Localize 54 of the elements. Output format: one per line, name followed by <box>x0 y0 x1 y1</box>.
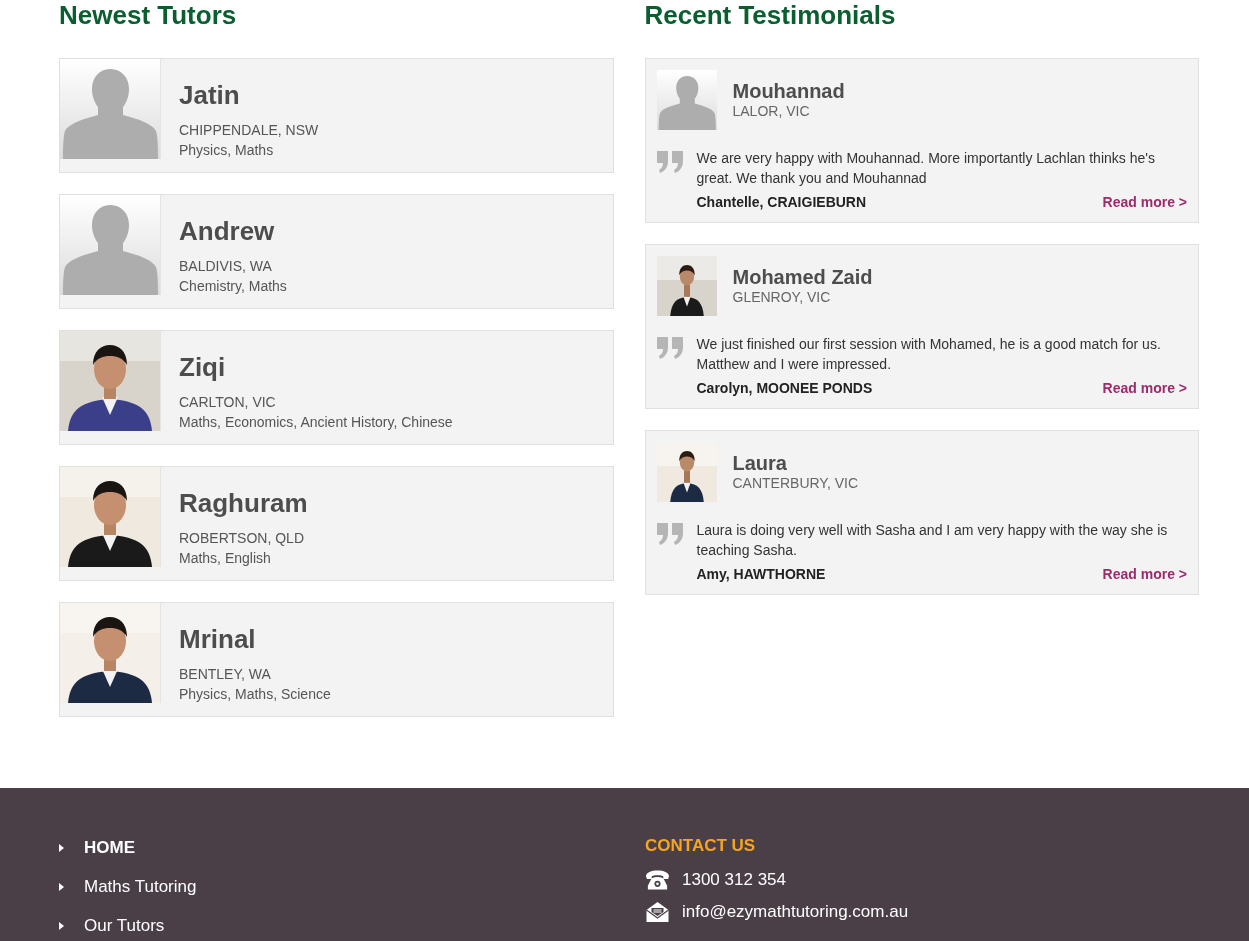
caret-icon <box>59 843 64 852</box>
quote-icon <box>656 337 685 359</box>
caret-icon <box>59 882 64 891</box>
tutor-card[interactable]: Ziqi CARLTON, VIC Maths, Economics, Ancient History, Chinese <box>59 330 614 445</box>
tutor-name: Ziqi <box>179 351 227 383</box>
phone-number: 1300 312 354 <box>682 870 786 890</box>
telephone-icon <box>645 870 670 890</box>
testimonial-author: Chantelle, CRAIGIEBURN <box>696 193 867 212</box>
testimonial-author: Carolyn, MOONEE PONDS <box>696 379 873 398</box>
footer-nav-link[interactable]: Maths Tutoring <box>84 876 197 897</box>
section-heading: Newest Tutors <box>59 0 238 30</box>
person-silhouette-icon <box>60 195 160 295</box>
tutor-name: Mouhannad <box>732 80 845 102</box>
tutor-location: ROBERTSON, QLD <box>179 529 305 548</box>
envelope-icon <box>645 902 670 922</box>
tutor-name: Andrew <box>179 215 276 247</box>
person-silhouette-icon <box>656 70 717 130</box>
tutor-subjects: Maths, Economics, Ancient History, Chinese <box>179 413 453 432</box>
tutor-subjects: Maths, English <box>179 549 272 568</box>
tutor-location: CARLTON, VIC <box>179 393 277 412</box>
footer-nav-link[interactable]: HOME <box>84 837 135 858</box>
testimonial-text: We just finished our first session with Mohamed, he is a good match for us. Matthew and I were impressed. <box>696 335 1162 374</box>
tutor-card[interactable]: Raghuram ROBERTSON, QLD Maths, English <box>59 466 614 581</box>
tutor-card[interactable]: Mrinal BENTLEY, WA Physics, Maths, Science <box>59 602 614 717</box>
tutor-name: Laura <box>732 452 788 474</box>
tutor-subjects: Physics, Maths <box>179 141 275 160</box>
email-link[interactable]: info@ezymathtutoring.com.au <box>682 902 909 922</box>
testimonial-text: Laura is doing very well with Sasha and I am very happy with the way she is teaching Sasha. <box>696 521 1169 560</box>
tutor-name: Jatin <box>179 79 241 111</box>
tutor-location: CANTERBURY, VIC <box>732 474 858 492</box>
quote-icon <box>656 523 685 545</box>
tutor-name: Mohamed Zaid <box>732 266 873 288</box>
read-more-link[interactable]: Read more > <box>1102 564 1187 584</box>
read-more-link[interactable]: Read more > <box>1102 192 1187 212</box>
read-more-link[interactable]: Read more > <box>1102 378 1187 398</box>
tutor-location: LALOR, VIC <box>732 102 811 120</box>
tutor-card[interactable]: Jatin CHIPPENDALE, NSW Physics, Maths <box>59 58 614 173</box>
tutor-location: GLENROY, VIC <box>732 288 832 306</box>
tutor-location: BENTLEY, WA <box>179 665 272 684</box>
tutor-location: CHIPPENDALE, NSW <box>179 121 319 140</box>
section-heading: Recent Testimonials <box>644 0 897 30</box>
tutor-subjects: Physics, Maths, Science <box>179 685 331 704</box>
testimonial-author: Amy, HAWTHORNE <box>696 565 826 584</box>
tutor-card[interactable]: Andrew BALDIVIS, WA Chemistry, Maths <box>59 194 614 309</box>
tutor-subjects: Chemistry, Maths <box>179 277 287 296</box>
testimonial-text: We are very happy with Mouhannad. More importantly Lachlan thinks he's great. We thank you and Mouhannad <box>696 149 1156 188</box>
quote-icon <box>656 151 685 173</box>
tutor-location: BALDIVIS, WA <box>179 257 273 276</box>
tutor-name: Raghuram <box>179 487 308 519</box>
contact-heading: CONTACT US <box>645 836 757 856</box>
caret-icon <box>59 921 64 930</box>
footer-nav-link[interactable]: Our Tutors <box>84 915 165 936</box>
tutor-name: Mrinal <box>179 623 257 655</box>
person-silhouette-icon <box>60 59 160 159</box>
